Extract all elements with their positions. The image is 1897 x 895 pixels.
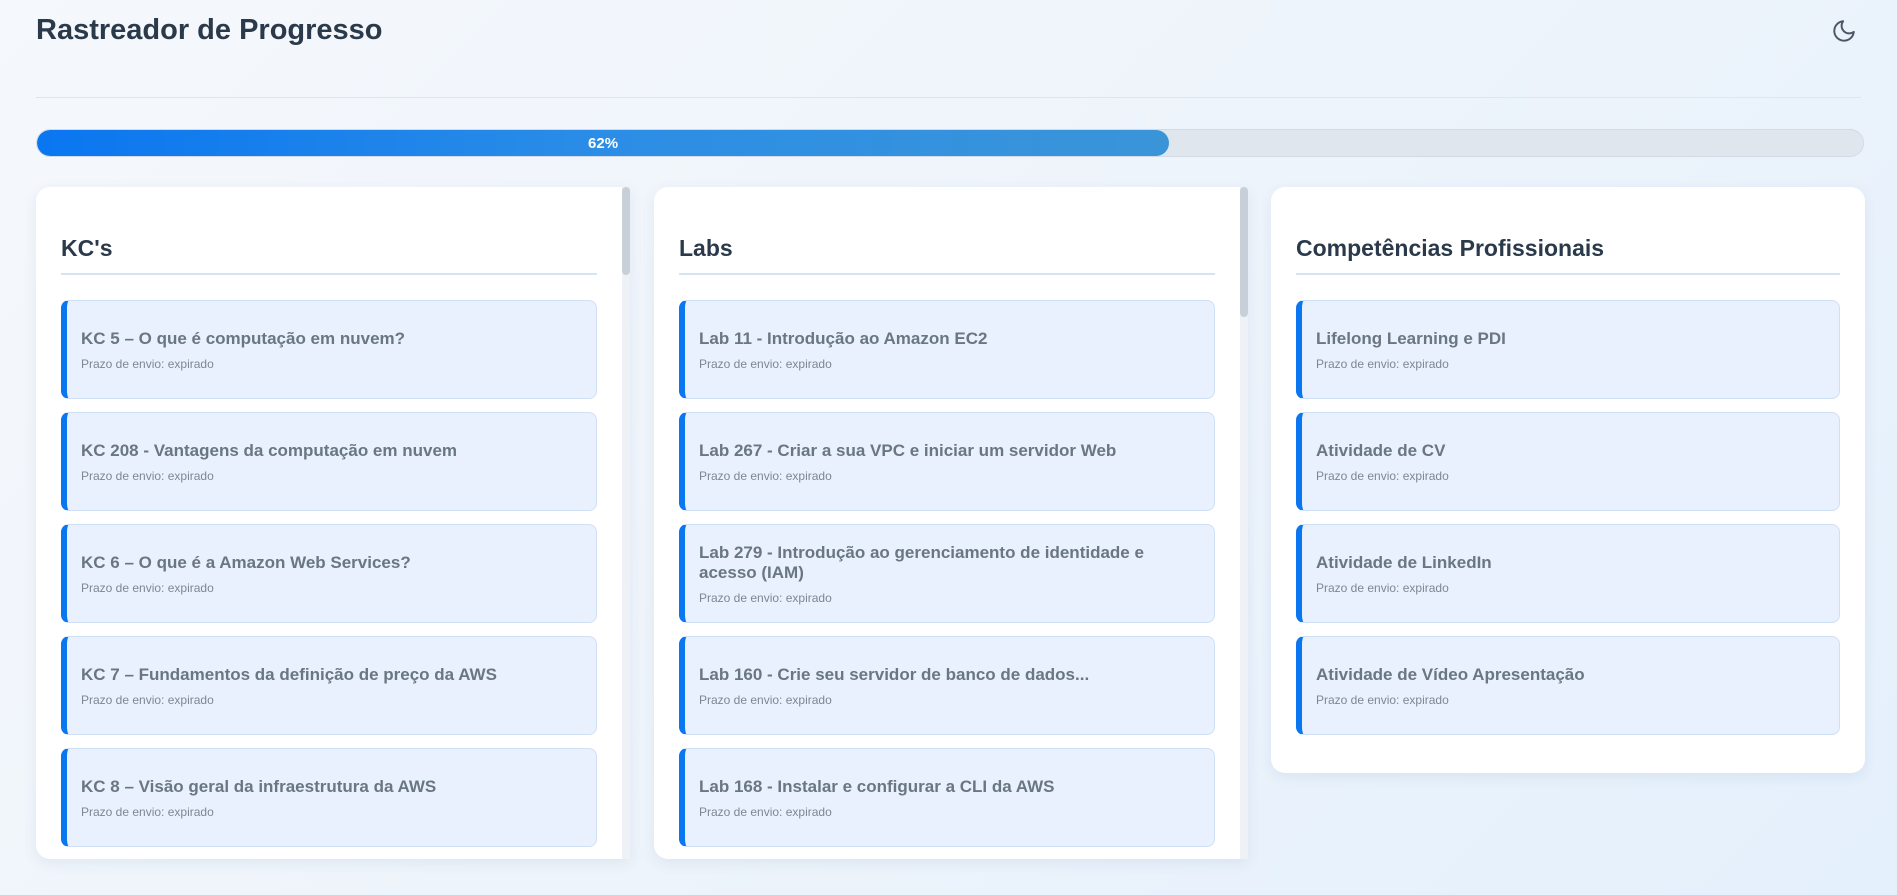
item-title: Lab 11 - Introdução ao Amazon EC2 <box>699 328 988 348</box>
item-deadline: Prazo de envio: expirado <box>699 804 832 819</box>
item-title: KC 5 – O que é computação em nuvem? <box>81 328 406 348</box>
item-title: Lab 160 - Crie seu servidor de banco de … <box>699 664 1090 684</box>
list-item[interactable]: Lifelong Learning e PDI Prazo de envio: … <box>1296 300 1840 399</box>
list-item[interactable]: Lab 168 - Instalar e configurar a CLI da… <box>679 748 1215 847</box>
list-item[interactable]: Atividade de LinkedIn Prazo de envio: ex… <box>1296 524 1840 623</box>
item-deadline: Prazo de envio: expirado <box>81 804 214 819</box>
list-item[interactable]: Lab 267 - Criar a sua VPC e iniciar um s… <box>679 412 1215 511</box>
item-deadline: Prazo de envio: expirado <box>699 692 832 707</box>
item-title: Lab 267 - Criar a sua VPC e iniciar um s… <box>699 440 1117 460</box>
progress-bar: 62% <box>36 129 1864 157</box>
list-item[interactable]: Atividade de CV Prazo de envio: expirado <box>1296 412 1840 511</box>
item-title: Lab 279 - Introdução ao gerenciamento de… <box>699 542 1144 582</box>
labs-scrollbar[interactable] <box>1240 187 1248 859</box>
progress-label: 62% <box>588 134 619 152</box>
scroll-thumb[interactable] <box>622 187 630 275</box>
item-deadline: Prazo de envio: expirado <box>699 590 832 605</box>
item-title: KC 7 – Fundamentos da definição de preço… <box>81 664 497 684</box>
skills-list: Lifelong Learning e PDI Prazo de envio: … <box>1296 300 1840 748</box>
item-deadline: Prazo de envio: expirado <box>81 356 214 371</box>
list-item[interactable]: KC 5 – O que é computação em nuvem? Praz… <box>61 300 597 399</box>
moon-icon <box>1833 20 1855 42</box>
column-title: KC's <box>61 235 597 275</box>
item-title: Atividade de Vídeo Apresentação <box>1316 664 1585 684</box>
professional-skills-column: Competências Profissionais Lifelong Lear… <box>1271 187 1865 773</box>
list-item[interactable]: KC 208 - Vantagens da computação em nuve… <box>61 412 597 511</box>
item-deadline: Prazo de envio: expirado <box>699 356 832 371</box>
kcs-list: KC 5 – O que é computação em nuvem? Praz… <box>61 300 597 859</box>
list-item[interactable]: Lab 279 - Introdução ao gerenciamento de… <box>679 524 1215 623</box>
column-title: Competências Profissionais <box>1296 235 1840 275</box>
scroll-thumb[interactable] <box>1240 187 1248 317</box>
item-title: KC 208 - Vantagens da computação em nuve… <box>81 440 458 460</box>
item-title: Lifelong Learning e PDI <box>1316 328 1506 348</box>
page-title: Rastreador de Progresso <box>36 14 383 46</box>
item-deadline: Prazo de envio: expirado <box>1316 692 1449 707</box>
item-deadline: Prazo de envio: expirado <box>81 468 214 483</box>
item-title: KC 6 – O que é a Amazon Web Services? <box>81 552 411 572</box>
item-deadline: Prazo de envio: expirado <box>81 692 214 707</box>
item-title: Lab 168 - Instalar e configurar a CLI da… <box>699 776 1055 796</box>
item-title: Atividade de CV <box>1316 440 1446 460</box>
kcs-column: KC's KC 5 – O que é computação em nuvem?… <box>36 187 630 859</box>
list-item[interactable]: KC 7 – Fundamentos da definição de preço… <box>61 636 597 735</box>
item-deadline: Prazo de envio: expirado <box>1316 580 1449 595</box>
item-deadline: Prazo de envio: expirado <box>81 580 214 595</box>
kcs-scrollbar[interactable] <box>622 187 630 859</box>
labs-column: Labs Lab 11 - Introdução ao Amazon EC2 P… <box>654 187 1248 859</box>
item-title: KC 8 – Visão geral da infraestrutura da … <box>81 776 437 796</box>
labs-list: Lab 11 - Introdução ao Amazon EC2 Prazo … <box>679 300 1215 859</box>
list-item[interactable]: KC 8 – Visão geral da infraestrutura da … <box>61 748 597 847</box>
list-item[interactable]: Lab 160 - Crie seu servidor de banco de … <box>679 636 1215 735</box>
item-deadline: Prazo de envio: expirado <box>1316 356 1449 371</box>
item-deadline: Prazo de envio: expirado <box>1316 468 1449 483</box>
column-title: Labs <box>679 235 1215 275</box>
list-item[interactable]: KC 6 – O que é a Amazon Web Services? Pr… <box>61 524 597 623</box>
progress-fill: 62% <box>37 130 1170 156</box>
item-deadline: Prazo de envio: expirado <box>699 468 832 483</box>
list-item[interactable]: Lab 11 - Introdução ao Amazon EC2 Prazo … <box>679 300 1215 399</box>
theme-toggle-button[interactable] <box>1829 16 1859 46</box>
list-item[interactable]: Atividade de Vídeo Apresentação Prazo de… <box>1296 636 1840 735</box>
app-header: Rastreador de Progresso <box>36 0 1861 98</box>
item-title: Atividade de LinkedIn <box>1316 552 1492 572</box>
